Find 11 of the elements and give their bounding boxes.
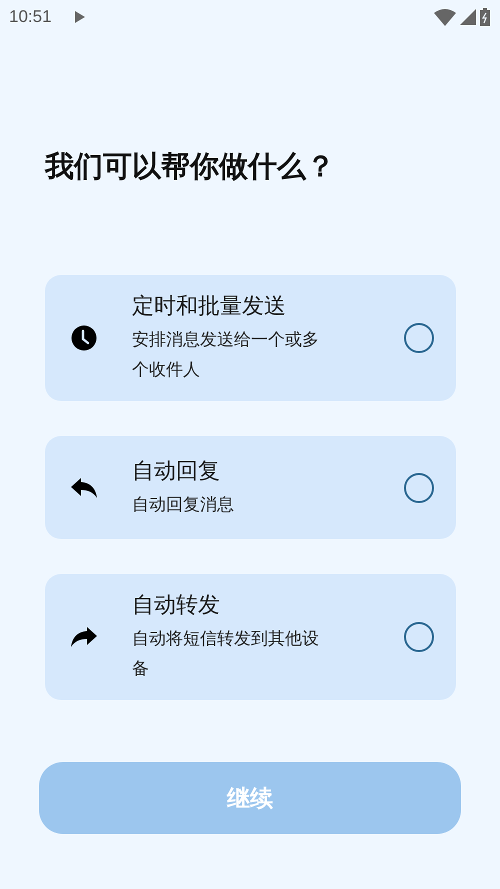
option-card[interactable]: 自动转发 自动将短信转发到其他设备 bbox=[45, 574, 456, 700]
option-title: 自动回复 bbox=[132, 458, 221, 486]
option-description: 安排消息发送给一个或多个收件人 bbox=[132, 329, 320, 382]
option-card[interactable]: 定时和批量发送 安排消息发送给一个或多个收件人 bbox=[45, 275, 456, 401]
option-card[interactable]: 自动回复 自动回复消息 bbox=[45, 436, 456, 539]
page-title: 我们可以帮你做什么？ bbox=[45, 148, 336, 185]
option-description: 自动将短信转发到其他设备 bbox=[132, 628, 320, 681]
option-description: 自动回复消息 bbox=[132, 494, 235, 516]
option-title: 自动转发 bbox=[132, 592, 221, 620]
option-title: 定时和批量发送 bbox=[132, 293, 287, 321]
status-time: 10:51 bbox=[9, 7, 52, 27]
